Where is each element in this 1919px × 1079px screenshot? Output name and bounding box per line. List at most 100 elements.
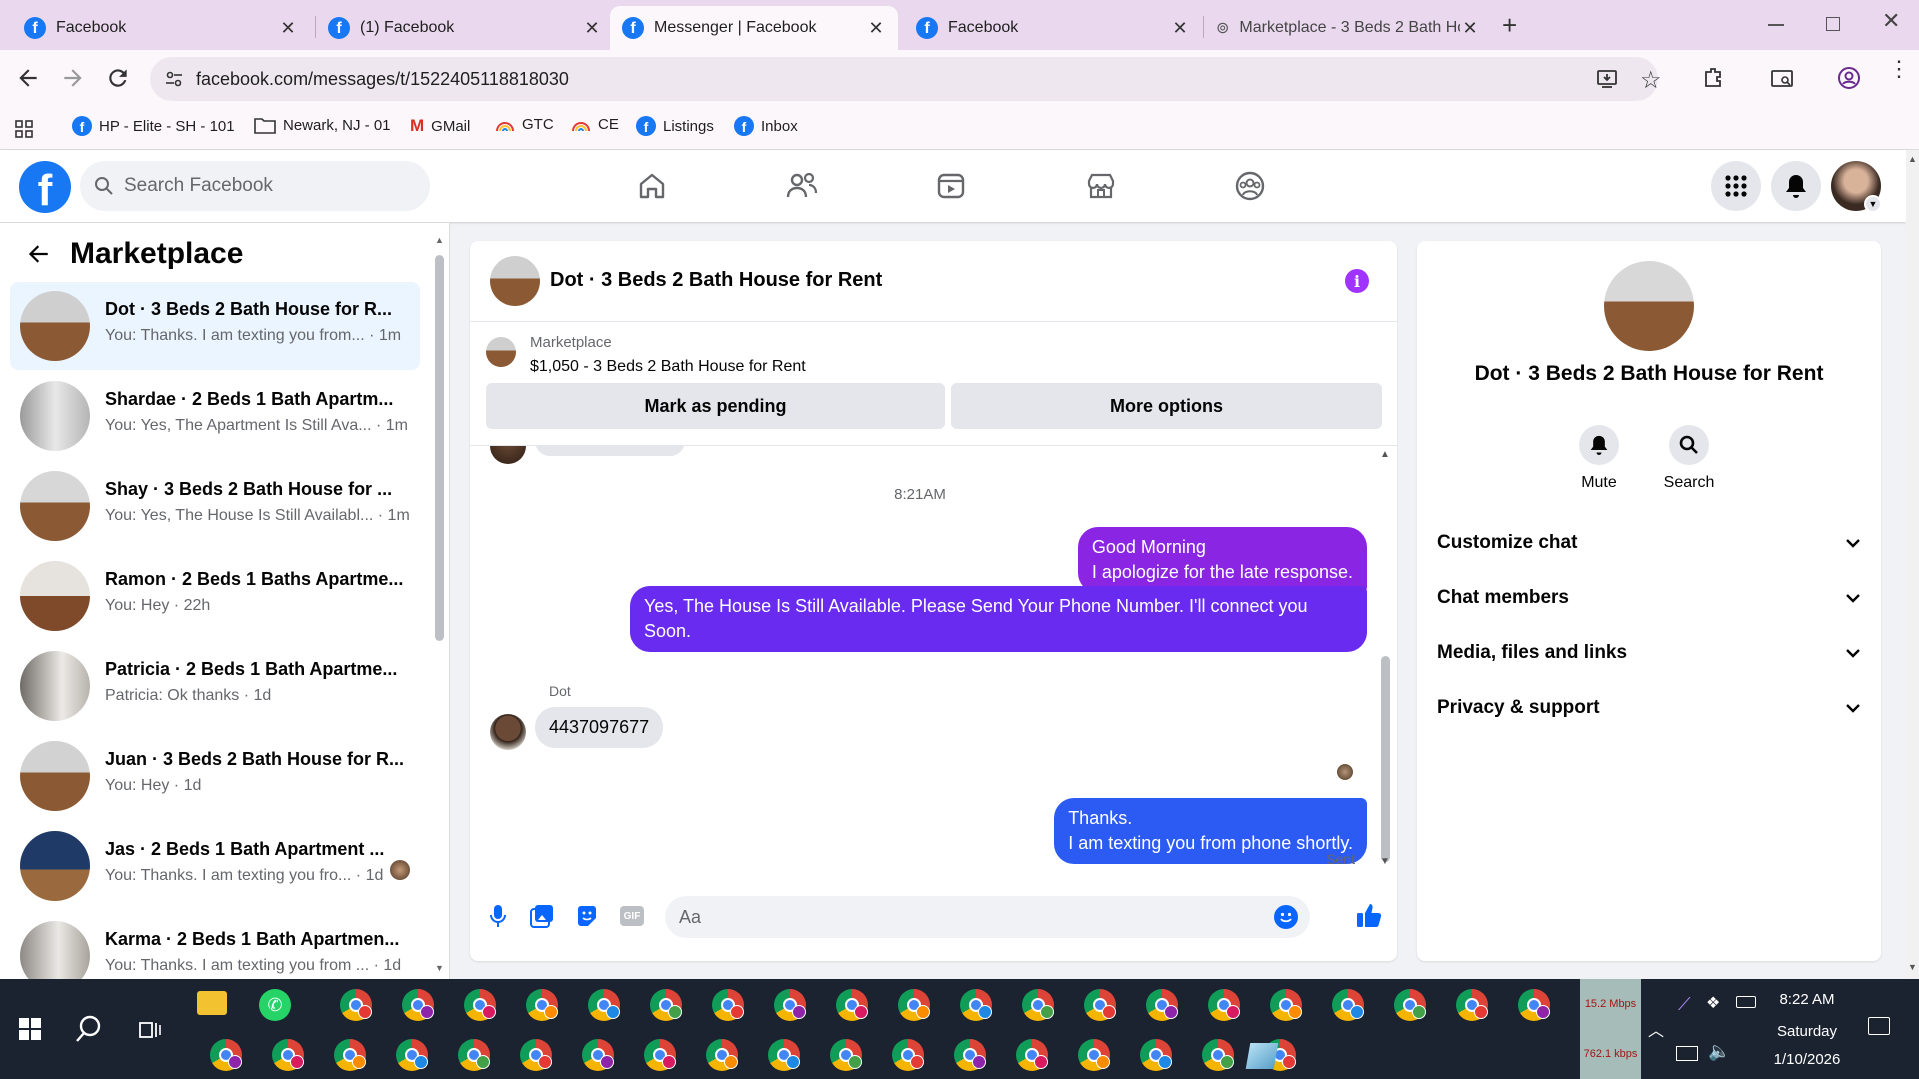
bookmark-item[interactable]: f Inbox [734,116,798,136]
browser-profile-icon[interactable] [1208,989,1240,1021]
emoji-icon[interactable] [1274,905,1298,929]
gif-icon[interactable]: GIF [620,906,644,926]
browser-profile-icon[interactable] [588,989,620,1021]
search-icon[interactable] [74,1015,102,1043]
conversation-item[interactable]: Ramon · 2 Beds 1 Baths Apartme... You: H… [10,552,420,640]
network-icon[interactable] [1676,1046,1698,1061]
browser-tab[interactable]: f Facebook ✕ [12,6,310,50]
menu-grid-icon[interactable] [1711,161,1761,211]
facebook-logo[interactable]: f [19,161,71,213]
more-options-button[interactable]: More options [951,383,1382,429]
conversation-item[interactable]: Jas · 2 Beds 1 Bath Apartment ... You: T… [10,822,420,910]
media-files-links-section[interactable]: Media, files and links [1437,638,1861,668]
browser-profile-icon[interactable] [1022,989,1054,1021]
browser-profile-icon[interactable] [464,989,496,1021]
browser-tab[interactable]: ⊚ Marketplace - 3 Beds 2 Bath Ho ✕ [1204,6,1492,50]
browser-profile-icon[interactable] [960,989,992,1021]
dropbox-icon[interactable]: ❖ [1706,993,1720,1013]
close-icon[interactable]: ✕ [1170,18,1190,38]
bookmark-item[interactable]: f HP - Elite - SH - 101 [72,116,235,136]
chat-title[interactable]: Dot · 3 Beds 2 Bath House for Rent [550,269,882,292]
bookmark-item[interactable]: CE [571,116,619,133]
notes-app-icon[interactable] [1245,1043,1279,1069]
browser-tab[interactable]: f (1) Facebook ✕ [316,6,614,50]
chat-members-section[interactable]: Chat members [1437,583,1861,613]
scroll-up-icon[interactable]: ▲ [1908,154,1917,164]
microphone-icon[interactable] [488,903,508,929]
message-bubble-sent[interactable]: Good Morning I apologize for the late re… [1077,527,1367,593]
close-icon[interactable]: ✕ [1460,18,1480,38]
browser-profile-icon[interactable] [334,1039,366,1071]
minimize-icon[interactable] [1768,24,1784,26]
browser-profile-icon[interactable] [1456,989,1488,1021]
browser-profile-icon[interactable] [836,989,868,1021]
browser-profile-icon[interactable] [1518,989,1550,1021]
browser-profile-icon[interactable] [712,989,744,1021]
bookmark-item[interactable]: f Listings [636,116,714,136]
apps-grid-icon[interactable] [14,119,34,139]
video-icon[interactable] [931,166,971,206]
media-cast-icon[interactable] [1770,68,1794,90]
close-icon[interactable]: ✕ [278,18,298,38]
browser-profile-icon[interactable] [774,989,806,1021]
browser-profile-icon[interactable] [1394,989,1426,1021]
search-input[interactable]: Search Facebook [124,175,273,197]
browser-profile-icon[interactable] [644,1039,676,1071]
scroll-down-icon[interactable]: ▼ [1908,962,1917,972]
browser-profile-icon[interactable] [1146,989,1178,1021]
scroll-down-icon[interactable]: ▼ [1380,856,1390,867]
url-text[interactable]: facebook.com/messages/t/1522405118818030 [196,69,569,90]
task-view-icon[interactable] [137,1019,161,1041]
site-settings-icon[interactable] [164,69,184,89]
browser-profile-icon[interactable] [1084,989,1116,1021]
home-icon[interactable] [632,166,672,206]
browser-profile-icon[interactable] [402,989,434,1021]
browser-profile-icon[interactable] [526,989,558,1021]
browser-tab[interactable]: f Facebook ✕ [904,6,1202,50]
notification-center-icon[interactable] [1868,1017,1890,1035]
back-arrow-icon[interactable] [25,241,51,267]
list-scrollbar[interactable]: ▲ ▼ [435,235,445,975]
search-bar[interactable]: Search Facebook [80,161,430,211]
conversation-item[interactable]: Patricia · 2 Beds 1 Bath Apartme... Patr… [10,642,420,730]
reload-icon[interactable] [105,65,131,91]
file-explorer-icon[interactable] [197,991,227,1015]
photo-icon[interactable] [530,904,554,928]
browser-profile-icon[interactable] [340,989,372,1021]
browser-profile-icon[interactable] [520,1039,552,1071]
message-bubble-sent[interactable]: Yes, The House Is Still Available. Pleas… [630,586,1367,652]
chevron-down-icon[interactable]: ▼ [1864,195,1882,213]
conversation-item[interactable]: Juan · 3 Beds 2 Bath House for R... You:… [10,732,420,820]
friends-icon[interactable] [782,166,822,206]
browser-profile-icon[interactable] [396,1039,428,1071]
bookmark-item[interactable]: GTC [495,116,554,133]
browser-tab-active[interactable]: f Messenger | Facebook ✕ [610,6,898,50]
thread-scrollbar-thumb[interactable] [1381,656,1390,862]
address-bar[interactable]: facebook.com/messages/t/1522405118818030… [150,57,1662,101]
browser-profile-icon[interactable] [706,1039,738,1071]
scroll-up-icon[interactable]: ▲ [1380,449,1390,460]
back-icon[interactable] [15,65,41,91]
scroll-down-icon[interactable]: ▼ [435,963,444,973]
extensions-icon[interactable] [1702,66,1726,90]
whatsapp-icon[interactable]: ✆ [259,989,291,1021]
message-input[interactable]: Aa [665,896,1310,938]
notifications-bell-icon[interactable] [1771,161,1821,211]
scrollbar-thumb[interactable] [435,255,444,641]
browser-profile-icon[interactable] [1270,989,1302,1021]
browser-profile-icon[interactable] [458,1039,490,1071]
close-icon[interactable]: ✕ [866,18,886,38]
marketplace-icon[interactable] [1081,166,1121,206]
customize-chat-section[interactable]: Customize chat [1437,528,1861,558]
browser-profile-icon[interactable] [898,989,930,1021]
sticker-icon[interactable] [575,904,599,928]
mark-pending-button[interactable]: Mark as pending [486,383,945,429]
browser-profile-icon[interactable] [1332,989,1364,1021]
browser-profile-icon[interactable] [892,1039,924,1071]
window-close-icon[interactable]: ✕ [1882,8,1900,34]
browser-profile-icon[interactable] [650,989,682,1021]
browser-profile-icon[interactable] [954,1039,986,1071]
windows-start-icon[interactable] [18,1017,42,1041]
thumbs-up-icon[interactable] [1355,901,1383,929]
info-icon[interactable]: i [1345,269,1369,293]
